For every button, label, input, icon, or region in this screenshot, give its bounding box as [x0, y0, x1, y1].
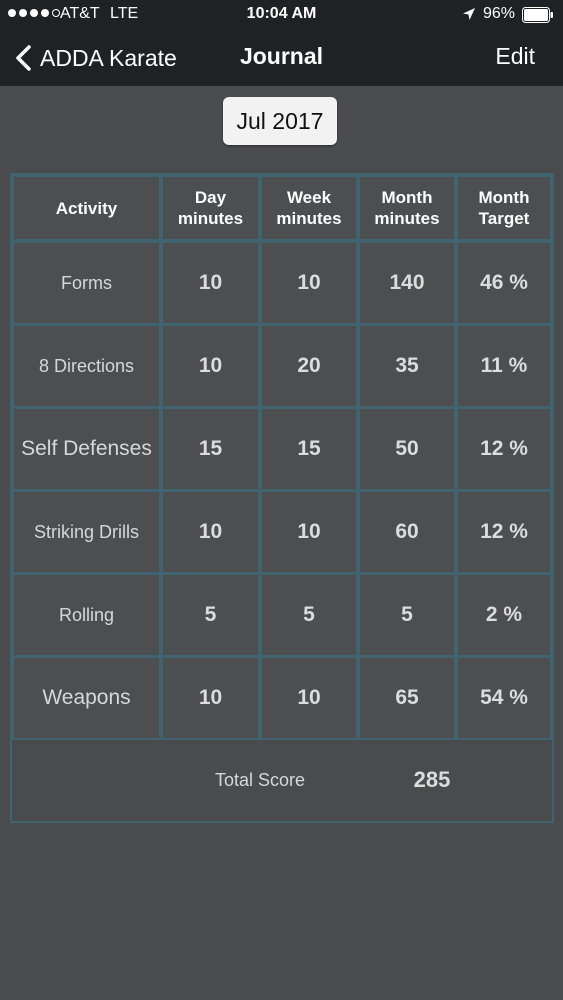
table-cell-week: 10 — [260, 656, 358, 740]
table-cell-day: 10 — [161, 324, 260, 408]
table-cell-target: 54 % — [456, 656, 552, 740]
header-month-minutes: Month minutes — [358, 175, 456, 241]
journal-table: Activity Day minutes Week minutes Month min… — [10, 173, 554, 823]
header-activity-label: Activity — [55, 198, 118, 218]
table-row-activity[interactable]: Striking Drills — [12, 490, 161, 574]
header-day-line1: Day — [194, 188, 227, 207]
header-target-line1: Month — [478, 188, 530, 207]
table-cell-day: 5 — [161, 573, 260, 657]
edit-button[interactable]: Edit — [495, 43, 535, 70]
header-week-line1: Week — [286, 188, 332, 207]
month-selector-button[interactable]: Jul 2017 — [223, 97, 337, 145]
table-cell-week: 10 — [260, 241, 358, 325]
table-cell-target: 12 % — [456, 490, 552, 574]
total-score-row: Total Score 285 — [12, 738, 552, 821]
table-cell-month: 65 — [358, 656, 456, 740]
table-cell-target: 2 % — [456, 573, 552, 657]
status-time: 10:04 AM — [246, 5, 317, 22]
table-cell-day: 10 — [161, 656, 260, 740]
table-cell-day: 15 — [161, 407, 260, 491]
header-month-line2: minutes — [374, 209, 440, 228]
header-target-line2: Target — [478, 209, 530, 228]
header-week-line2: minutes — [276, 209, 342, 228]
top-chrome: AT&T LTE 10:04 AM 96% ADDA Karate Journa… — [0, 0, 563, 86]
battery-icon — [522, 7, 553, 23]
table-cell-month: 50 — [358, 407, 456, 491]
table-cell-week: 20 — [260, 324, 358, 408]
header-week-minutes: Week minutes — [260, 175, 358, 241]
table-cell-week: 15 — [260, 407, 358, 491]
table-cell-month: 35 — [358, 324, 456, 408]
header-day-minutes: Day minutes — [161, 175, 260, 241]
navigation-bar: ADDA Karate Journal Edit — [0, 30, 563, 86]
table-cell-week: 5 — [260, 573, 358, 657]
table-cell-week: 10 — [260, 490, 358, 574]
header-month-line1: Month — [381, 188, 433, 207]
table-cell-target: 12 % — [456, 407, 552, 491]
table-cell-day: 10 — [161, 490, 260, 574]
table-row-activity[interactable]: Rolling — [12, 573, 161, 657]
table-cell-target: 11 % — [456, 324, 552, 408]
header-month-target: Month Target — [456, 175, 552, 241]
table-row-activity[interactable]: Self Defenses — [12, 407, 161, 491]
table-cell-month: 60 — [358, 490, 456, 574]
table-row-activity[interactable]: Weapons — [12, 656, 161, 740]
total-score-value: 285 — [413, 767, 451, 792]
table-cell-month: 5 — [358, 573, 456, 657]
status-bar: AT&T LTE 10:04 AM 96% — [0, 0, 563, 30]
header-activity: Activity — [12, 175, 161, 241]
battery-percentage: 96% — [483, 5, 516, 22]
total-score-label: Total Score — [214, 770, 306, 790]
header-day-line2: minutes — [177, 209, 244, 228]
table-row-activity[interactable]: 8 Directions — [12, 324, 161, 408]
table-cell-month: 140 — [358, 241, 456, 325]
table-cell-day: 10 — [161, 241, 260, 325]
location-arrow-icon — [463, 8, 475, 20]
table-cell-target: 46 % — [456, 241, 552, 325]
page-title: Journal — [239, 43, 324, 69]
table-row-activity[interactable]: Forms — [12, 241, 161, 325]
